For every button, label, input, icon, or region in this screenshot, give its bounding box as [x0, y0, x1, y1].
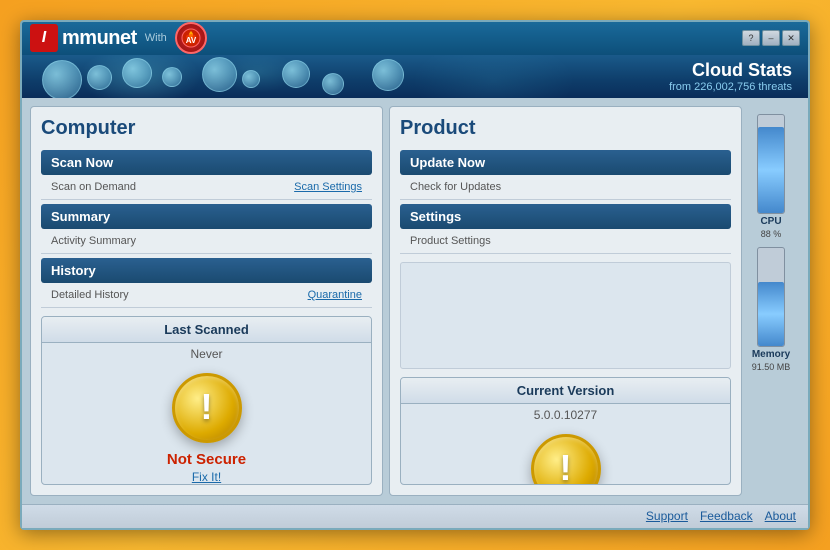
help-button[interactable]: ? [742, 30, 760, 46]
history-button[interactable]: History [41, 258, 372, 283]
not-secure-icon: ! [172, 373, 242, 443]
logo: I mmunet With AV [30, 22, 207, 54]
minimize-button[interactable]: – [762, 30, 780, 46]
titlebar: I mmunet With AV ? – ✕ [22, 22, 808, 55]
cloud-stats: Cloud Stats from 226,002,756 threats [669, 60, 792, 93]
scan-now-sub: Scan on Demand Scan Settings [41, 179, 372, 200]
memory-gauge-bar-wrapper [757, 247, 785, 347]
check-updates-label: Check for Updates [410, 181, 501, 193]
memory-label: Memory [752, 349, 790, 360]
activity-summary-label: Activity Summary [51, 235, 136, 247]
cloud-stats-title: Cloud Stats [669, 60, 792, 81]
summary-button[interactable]: Summary [41, 204, 372, 229]
memory-gauge: Memory 91.50 MB [752, 247, 791, 372]
product-panel: Product Update Now Check for Updates Set… [389, 106, 742, 496]
cpu-gauge-bar-wrapper [757, 114, 785, 214]
exclamation-icon: ! [201, 389, 213, 425]
fix-it-link-computer[interactable]: Fix It! [192, 470, 221, 484]
cpu-gauge: CPU 88 % [757, 114, 785, 239]
update-now-sub: Check for Updates [400, 179, 731, 200]
app-window: I mmunet With AV ? – ✕ [20, 20, 810, 530]
logo-text: mmunet [62, 27, 137, 50]
settings-sub: Product Settings [400, 233, 731, 254]
product-panel-title: Product [400, 117, 731, 140]
main-content: Computer Scan Now Scan on Demand Scan Se… [22, 98, 808, 504]
logo-with: With [145, 32, 167, 44]
last-scanned-header: Last Scanned [42, 317, 371, 343]
exclamation-icon-product: ! [560, 450, 572, 485]
scan-now-button[interactable]: Scan Now [41, 150, 372, 175]
about-link[interactable]: About [765, 509, 796, 523]
computer-panel-title: Computer [41, 117, 372, 140]
warning-circle-product: ! [531, 434, 601, 485]
update-now-button[interactable]: Update Now [400, 150, 731, 175]
warning-circle: ! [172, 373, 242, 443]
cpu-label: CPU [760, 216, 781, 227]
svg-text:AV: AV [186, 36, 197, 45]
detailed-history-label: Detailed History [51, 289, 129, 301]
last-scanned-section: Last Scanned Never ! Not Secure Fix It! [41, 316, 372, 485]
not-secure-label: Not Secure [167, 451, 246, 468]
clamav-badge: AV [175, 22, 207, 54]
current-version-value: 5.0.0.10277 [534, 404, 597, 426]
current-version-header: Current Version [401, 378, 730, 404]
cloud-banner: Cloud Stats from 226,002,756 threats [22, 55, 808, 98]
memory-value: 91.50 MB [752, 362, 791, 372]
computer-panel: Computer Scan Now Scan on Demand Scan Se… [30, 106, 383, 496]
scan-settings-link[interactable]: Scan Settings [294, 181, 362, 193]
feedback-link[interactable]: Feedback [700, 509, 753, 523]
current-version-section: Current Version 5.0.0.10277 ! New Versio… [400, 377, 731, 485]
cpu-gauge-fill [758, 127, 784, 213]
footer-bar: Support Feedback About [22, 504, 808, 528]
product-settings-label: Product Settings [410, 235, 491, 247]
close-button[interactable]: ✕ [782, 30, 800, 46]
memory-gauge-fill [758, 282, 784, 346]
cpu-value: 88 % [761, 229, 782, 239]
last-scanned-value: Never [190, 343, 222, 365]
scan-on-demand-label: Scan on Demand [51, 181, 136, 193]
new-version-icon: ! [531, 434, 601, 485]
summary-sub: Activity Summary [41, 233, 372, 254]
cloud-stats-subtitle: from 226,002,756 threats [669, 81, 792, 93]
support-link[interactable]: Support [646, 509, 688, 523]
window-controls: ? – ✕ [742, 30, 800, 46]
logo-icon: I [30, 24, 58, 52]
quarantine-link[interactable]: Quarantine [308, 289, 362, 301]
history-sub: Detailed History Quarantine [41, 287, 372, 308]
settings-button[interactable]: Settings [400, 204, 731, 229]
gauges-panel: CPU 88 % Memory 91.50 MB [742, 106, 800, 496]
